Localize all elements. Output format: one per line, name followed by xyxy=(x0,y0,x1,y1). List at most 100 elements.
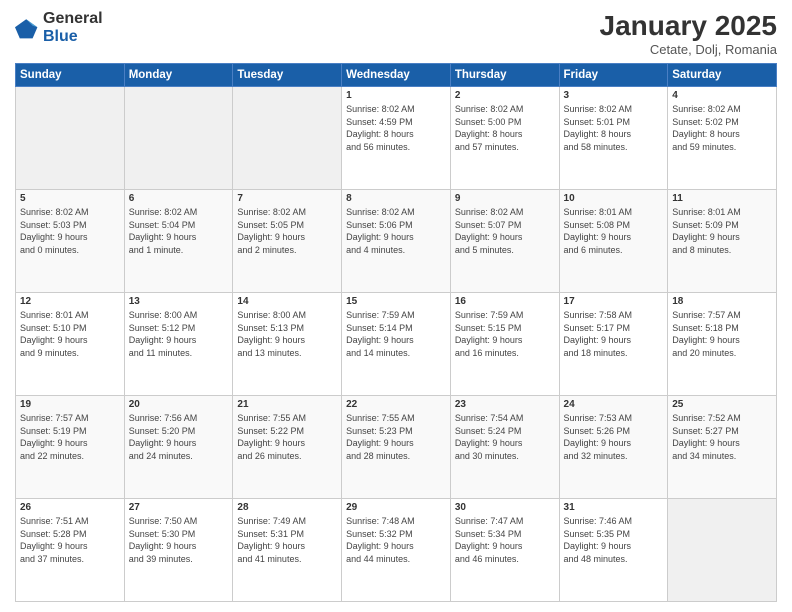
day-number: 11 xyxy=(672,193,772,204)
calendar-cell: 17Sunrise: 7:58 AM Sunset: 5:17 PM Dayli… xyxy=(559,293,668,396)
day-number: 17 xyxy=(564,296,664,307)
day-info: Sunrise: 8:02 AM Sunset: 5:06 PM Dayligh… xyxy=(346,206,446,256)
calendar-cell: 25 Sunrise: 7:52 AM Sunset: 5:27 PM Dayli… xyxy=(668,396,777,499)
calendar-cell: 11 Sunrise: 8:01 AM Sunset: 5:09 PM Dayli… xyxy=(668,190,777,293)
day-of-week-monday: Monday xyxy=(124,64,233,87)
calendar-cell xyxy=(16,87,125,190)
days-of-week-row: SundayMondayTuesdayWednesdayThursdayFrid… xyxy=(16,64,777,87)
calendar-cell: 19Sunrise: 7:57 AM Sunset: 5:19 PM Dayli… xyxy=(16,396,125,499)
day-info: Sunrise: 8:01 AM Sunset: 5:08 PM Dayligh… xyxy=(564,206,664,256)
day-number: 7 xyxy=(237,193,337,204)
day-number: 20 xyxy=(129,399,229,410)
day-info: Sunrise: 8:01 AM Sunset: 5:09 PM Dayligh… xyxy=(672,206,772,256)
title-block: January 2025 Cetate, Dolj, Romania xyxy=(600,10,777,57)
day-number: 24 xyxy=(564,399,664,410)
calendar-cell: 16Sunrise: 7:59 AM Sunset: 5:15 PM Dayli… xyxy=(450,293,559,396)
day-of-week-friday: Friday xyxy=(559,64,668,87)
day-info: Sunrise: 7:52 AM Sunset: 5:27 PM Dayligh… xyxy=(672,412,772,462)
day-number: 8 xyxy=(346,193,446,204)
calendar-cell: 10 Sunrise: 8:01 AM Sunset: 5:08 PM Dayli… xyxy=(559,190,668,293)
calendar-cell: 8 Sunrise: 8:02 AM Sunset: 5:06 PM Daylig… xyxy=(342,190,451,293)
day-info: Sunrise: 7:59 AM Sunset: 5:14 PM Dayligh… xyxy=(346,309,446,359)
calendar-header: SundayMondayTuesdayWednesdayThursdayFrid… xyxy=(16,64,777,87)
calendar-cell: 30 Sunrise: 7:47 AM Sunset: 5:34 PM Dayli… xyxy=(450,499,559,602)
day-number: 18 xyxy=(672,296,772,307)
calendar-cell: 31Sunrise: 7:46 AM Sunset: 5:35 PM Dayli… xyxy=(559,499,668,602)
calendar-cell xyxy=(668,499,777,602)
day-info: Sunrise: 7:46 AM Sunset: 5:35 PM Dayligh… xyxy=(564,515,664,565)
day-info: Sunrise: 8:02 AM Sunset: 5:01 PM Dayligh… xyxy=(564,103,664,153)
day-info: Sunrise: 7:59 AM Sunset: 5:15 PM Dayligh… xyxy=(455,309,555,359)
day-number: 26 xyxy=(20,502,120,513)
calendar-cell: 15 Sunrise: 7:59 AM Sunset: 5:14 PM Dayli… xyxy=(342,293,451,396)
day-info: Sunrise: 7:56 AM Sunset: 5:20 PM Dayligh… xyxy=(129,412,229,462)
calendar-cell: 2 Sunrise: 8:02 AM Sunset: 5:00 PM Daylig… xyxy=(450,87,559,190)
calendar-cell: 7 Sunrise: 8:02 AM Sunset: 5:05 PM Daylig… xyxy=(233,190,342,293)
location: Cetate, Dolj, Romania xyxy=(600,42,777,57)
logo: General Blue xyxy=(15,10,103,45)
logo-general-text: General xyxy=(43,10,103,28)
week-row-5: 26Sunrise: 7:51 AM Sunset: 5:28 PM Dayli… xyxy=(16,499,777,602)
day-number: 27 xyxy=(129,502,229,513)
day-number: 2 xyxy=(455,90,555,101)
day-info: Sunrise: 7:49 AM Sunset: 5:31 PM Dayligh… xyxy=(237,515,337,565)
calendar-cell: 23 Sunrise: 7:54 AM Sunset: 5:24 PM Dayli… xyxy=(450,396,559,499)
calendar-cell: 6Sunrise: 8:02 AM Sunset: 5:04 PM Daylig… xyxy=(124,190,233,293)
day-of-week-thursday: Thursday xyxy=(450,64,559,87)
day-info: Sunrise: 7:47 AM Sunset: 5:34 PM Dayligh… xyxy=(455,515,555,565)
day-info: Sunrise: 8:00 AM Sunset: 5:13 PM Dayligh… xyxy=(237,309,337,359)
calendar-cell xyxy=(233,87,342,190)
week-row-3: 12 Sunrise: 8:01 AM Sunset: 5:10 PM Dayli… xyxy=(16,293,777,396)
day-number: 10 xyxy=(564,193,664,204)
day-number: 29 xyxy=(346,502,446,513)
day-info: Sunrise: 7:57 AM Sunset: 5:18 PM Dayligh… xyxy=(672,309,772,359)
calendar-table: SundayMondayTuesdayWednesdayThursdayFrid… xyxy=(15,63,777,602)
day-info: Sunrise: 8:02 AM Sunset: 5:00 PM Dayligh… xyxy=(455,103,555,153)
day-info: Sunrise: 7:54 AM Sunset: 5:24 PM Dayligh… xyxy=(455,412,555,462)
calendar-cell xyxy=(124,87,233,190)
calendar-cell: 26Sunrise: 7:51 AM Sunset: 5:28 PM Dayli… xyxy=(16,499,125,602)
day-number: 5 xyxy=(20,193,120,204)
day-info: Sunrise: 7:55 AM Sunset: 5:22 PM Dayligh… xyxy=(237,412,337,462)
calendar-cell: 20 Sunrise: 7:56 AM Sunset: 5:20 PM Dayli… xyxy=(124,396,233,499)
calendar-cell: 22Sunrise: 7:55 AM Sunset: 5:23 PM Dayli… xyxy=(342,396,451,499)
page: General Blue January 2025 Cetate, Dolj, … xyxy=(0,0,792,612)
day-number: 21 xyxy=(237,399,337,410)
calendar-cell: 9 Sunrise: 8:02 AM Sunset: 5:07 PM Daylig… xyxy=(450,190,559,293)
day-number: 9 xyxy=(455,193,555,204)
day-info: Sunrise: 7:48 AM Sunset: 5:32 PM Dayligh… xyxy=(346,515,446,565)
calendar-cell: 18 Sunrise: 7:57 AM Sunset: 5:18 PM Dayli… xyxy=(668,293,777,396)
calendar-cell: 5Sunrise: 8:02 AM Sunset: 5:03 PM Daylig… xyxy=(16,190,125,293)
day-number: 25 xyxy=(672,399,772,410)
calendar-cell: 21 Sunrise: 7:55 AM Sunset: 5:22 PM Dayli… xyxy=(233,396,342,499)
day-info: Sunrise: 8:02 AM Sunset: 5:05 PM Dayligh… xyxy=(237,206,337,256)
day-info: Sunrise: 8:01 AM Sunset: 5:10 PM Dayligh… xyxy=(20,309,120,359)
week-row-1: 1Sunrise: 8:02 AM Sunset: 4:59 PM Daylig… xyxy=(16,87,777,190)
calendar-body: 1Sunrise: 8:02 AM Sunset: 4:59 PM Daylig… xyxy=(16,87,777,602)
day-number: 30 xyxy=(455,502,555,513)
calendar-cell: 27Sunrise: 7:50 AM Sunset: 5:30 PM Dayli… xyxy=(124,499,233,602)
day-number: 4 xyxy=(672,90,772,101)
month-title: January 2025 xyxy=(600,10,777,42)
day-number: 23 xyxy=(455,399,555,410)
header: General Blue January 2025 Cetate, Dolj, … xyxy=(15,10,777,57)
day-of-week-tuesday: Tuesday xyxy=(233,64,342,87)
calendar-cell: 14 Sunrise: 8:00 AM Sunset: 5:13 PM Dayli… xyxy=(233,293,342,396)
day-info: Sunrise: 7:57 AM Sunset: 5:19 PM Dayligh… xyxy=(20,412,120,462)
day-info: Sunrise: 8:02 AM Sunset: 5:02 PM Dayligh… xyxy=(672,103,772,153)
day-number: 6 xyxy=(129,193,229,204)
day-info: Sunrise: 8:02 AM Sunset: 5:07 PM Dayligh… xyxy=(455,206,555,256)
day-number: 22 xyxy=(346,399,446,410)
day-number: 14 xyxy=(237,296,337,307)
logo-blue-text: Blue xyxy=(43,28,103,46)
day-info: Sunrise: 7:53 AM Sunset: 5:26 PM Dayligh… xyxy=(564,412,664,462)
day-number: 12 xyxy=(20,296,120,307)
day-number: 13 xyxy=(129,296,229,307)
calendar-cell: 29 Sunrise: 7:48 AM Sunset: 5:32 PM Dayli… xyxy=(342,499,451,602)
day-number: 15 xyxy=(346,296,446,307)
logo-text: General Blue xyxy=(43,10,103,45)
calendar-cell: 12 Sunrise: 8:01 AM Sunset: 5:10 PM Dayli… xyxy=(16,293,125,396)
calendar-cell: 3Sunrise: 8:02 AM Sunset: 5:01 PM Daylig… xyxy=(559,87,668,190)
day-info: Sunrise: 8:02 AM Sunset: 4:59 PM Dayligh… xyxy=(346,103,446,153)
week-row-4: 19Sunrise: 7:57 AM Sunset: 5:19 PM Dayli… xyxy=(16,396,777,499)
